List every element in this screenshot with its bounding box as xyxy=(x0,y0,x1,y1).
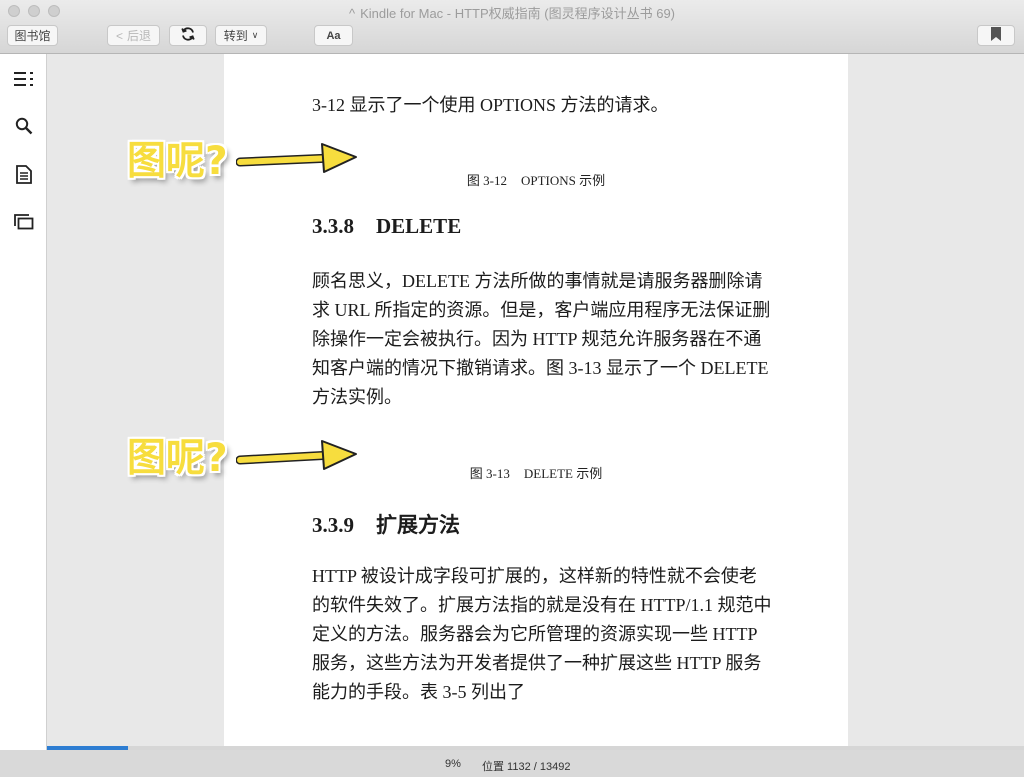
sync-icon xyxy=(180,26,196,45)
section-heading: 3.3.8 DELETE xyxy=(312,214,461,239)
section-number: 3.3.9 xyxy=(312,513,354,537)
chevron-left-icon: < xyxy=(115,28,123,43)
section-title: DELETE xyxy=(376,214,462,238)
figure-caption-text: DELETE 示例 xyxy=(523,466,603,481)
location-indicator: 位置 1132 / 13492 xyxy=(482,761,571,773)
body-paragraph: 顾名思义，DELETE 方法所做的事情就是请服务器删除请求 URL 所指定的资源… xyxy=(312,271,771,407)
chevron-down-icon: ∨ xyxy=(251,30,259,40)
back-button[interactable]: < 后退 xyxy=(107,25,160,46)
search-icon[interactable] xyxy=(13,115,35,137)
figure-number: 图 3-13 xyxy=(469,466,510,481)
library-button-label: 图书馆 xyxy=(14,29,51,43)
figure-number: 图 3-12 xyxy=(466,173,507,188)
section-heading: 3.3.9 扩展方法 xyxy=(312,509,460,539)
intro-paragraph: 3-12 显示了一个使用 OPTIONS 方法的请求。 xyxy=(312,95,669,115)
sync-button[interactable] xyxy=(169,25,207,46)
missing-figure-annotation: 图呢? xyxy=(127,139,228,184)
window-title-text: Kindle for Mac - HTTP权威指南 (图灵程序设计丛书 69) xyxy=(360,6,676,21)
library-button[interactable]: 图书馆 xyxy=(7,25,58,46)
font-settings-label: Aa xyxy=(326,29,341,42)
section-number: 3.3.8 xyxy=(312,214,354,238)
bookmark-button[interactable] xyxy=(977,25,1015,46)
goto-button-label: 转到 xyxy=(223,29,248,43)
section-title: 扩展方法 xyxy=(376,513,460,537)
goto-dropdown-button[interactable]: 转到 ∨ xyxy=(215,25,267,46)
back-button-label: 后退 xyxy=(127,29,152,43)
arrow-icon xyxy=(236,440,357,470)
table-of-contents-icon[interactable] xyxy=(13,68,35,90)
font-settings-button[interactable]: Aa xyxy=(314,25,353,46)
status-bar: 9% 位置 1132 / 13492 xyxy=(0,750,1024,777)
title-caret: ^ xyxy=(348,6,356,21)
arrow-icon xyxy=(236,143,357,173)
bookmark-icon xyxy=(990,27,1002,44)
missing-figure-annotation: 图呢? xyxy=(127,436,228,481)
body-paragraph: HTTP 被设计成字段可扩展的，这样新的特性就不会使老的软件失效了。扩展方法指的… xyxy=(312,566,772,702)
sidebar xyxy=(0,54,47,754)
progress-percent: 9% xyxy=(445,758,461,770)
flashcards-icon[interactable] xyxy=(13,211,35,233)
window-title: ^ Kindle for Mac - HTTP权威指南 (图灵程序设计丛书 69) xyxy=(0,3,1024,22)
figure-caption-text: OPTIONS 示例 xyxy=(520,173,606,188)
window-titlebar: ^ Kindle for Mac - HTTP权威指南 (图灵程序设计丛书 69)… xyxy=(0,0,1024,54)
notes-icon[interactable] xyxy=(13,163,35,185)
